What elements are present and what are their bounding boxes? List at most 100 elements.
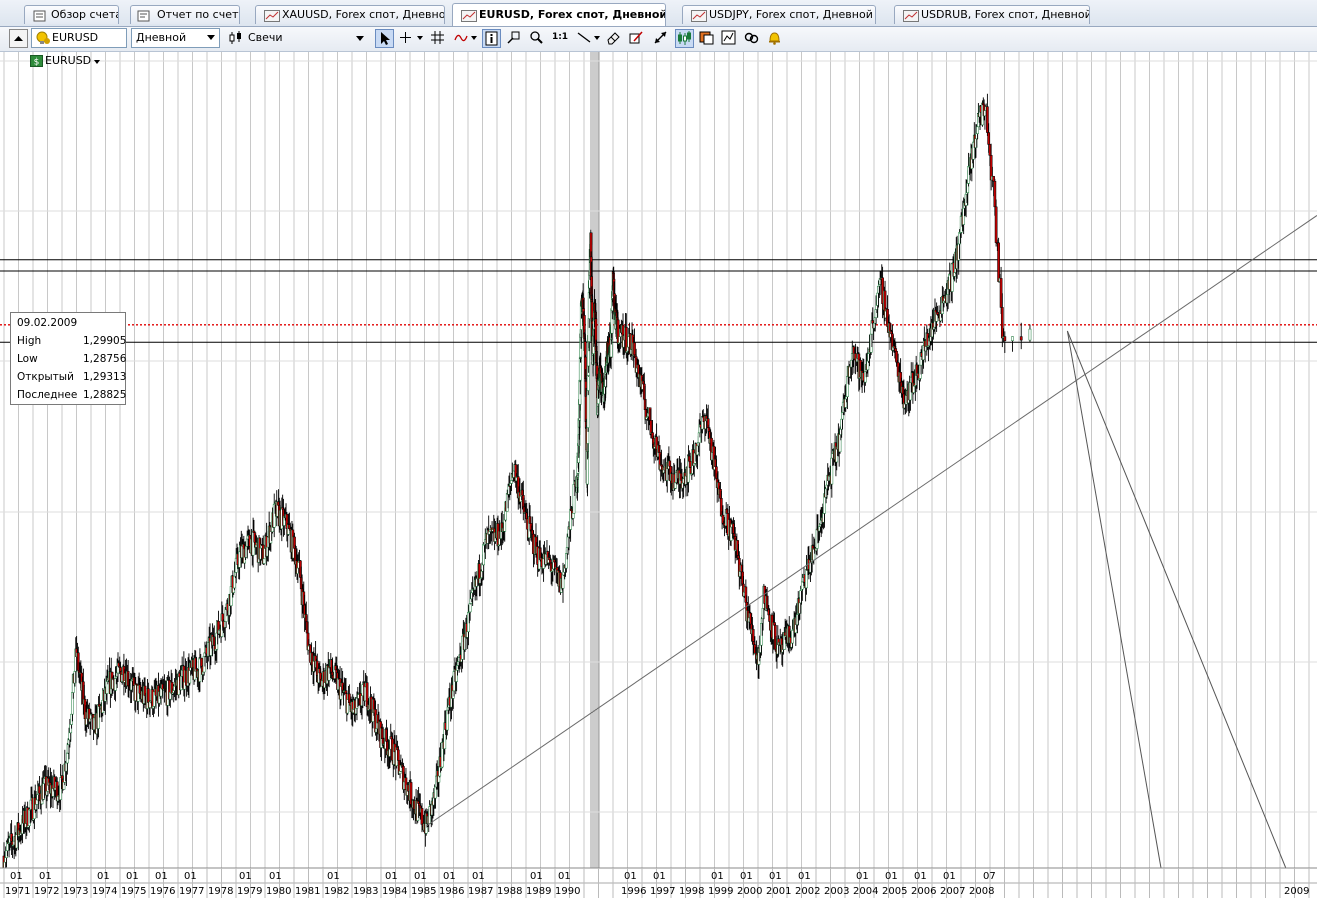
tooltip-label: Low — [17, 353, 38, 365]
eraser-icon — [607, 32, 620, 45]
axis-year-label: 1979 — [237, 886, 262, 897]
collapse-up-icon — [14, 36, 23, 41]
chart-tab-icon — [461, 10, 477, 22]
data-tooltip: 09.02.2009 High 1,29905 Low 1,28756 Откр… — [10, 312, 126, 405]
candle-body — [751, 629, 755, 642]
candle-body — [992, 176, 995, 182]
tab-xauusd[interactable]: XAUUSD, Forex спот, Дневной — [255, 5, 445, 24]
cursor-icon — [381, 32, 390, 45]
objects-icon — [721, 30, 736, 45]
line-tools-button[interactable] — [575, 29, 603, 48]
tab-label: USDJPY, Forex спот, Дневной — [709, 8, 873, 21]
axis-month-label: 01 — [711, 871, 724, 882]
document-tabbar: Обзор счета Отчет по счету XAUUSD, Forex… — [0, 0, 1317, 27]
eraser-button[interactable] — [605, 29, 624, 48]
time-axis: 01 01 01 01 01 01 01 01 01 01 01 01 01 01 01 01 01 01 01 01… — [0, 867, 1317, 902]
chart-tab-icon — [691, 10, 707, 22]
tab-label: EURUSD, Forex спот, Дневной — [479, 8, 666, 21]
tab-usdrub[interactable]: USDRUB, Forex спот, Дневной — [894, 5, 1090, 24]
axis-year-label: 1982 — [324, 886, 349, 897]
candles-toggle-button[interactable] — [675, 29, 694, 48]
candle-body — [1003, 336, 1007, 341]
axis-year-label: 1978 — [208, 886, 233, 897]
axis-month-label: 01 — [327, 871, 340, 882]
data-window-button[interactable] — [482, 29, 501, 48]
candle-body — [586, 390, 590, 428]
tab-usdjpy[interactable]: USDJPY, Forex спот, Дневной — [682, 5, 876, 24]
candle-body — [993, 180, 997, 208]
candle-body — [396, 749, 400, 761]
axis-month-label: 01 — [943, 871, 956, 882]
tooltip-value: 1,29313 — [83, 371, 127, 383]
autoscale-button[interactable] — [652, 29, 671, 48]
zoom-area-button[interactable] — [505, 29, 524, 48]
dropdown-icon — [417, 36, 423, 40]
axis-year-label: 1986 — [439, 886, 464, 897]
info-icon — [485, 31, 498, 46]
chart-toolbar: EURUSD Дневной Свечи 1:1 — [0, 27, 1317, 52]
cursor-tool-button[interactable] — [375, 29, 394, 48]
axis-year-label: 2005 — [882, 886, 907, 897]
axis-month-label: 01 — [530, 871, 543, 882]
indicators-button[interactable] — [453, 29, 479, 48]
tab-account-report[interactable]: Отчет по счету — [130, 5, 240, 24]
axis-year-label: 1999 — [708, 886, 733, 897]
axis-year-label: 1984 — [382, 886, 407, 897]
axis-year-label: 2006 — [911, 886, 936, 897]
axis-month-label: 01 — [740, 871, 753, 882]
template-icon — [699, 31, 714, 45]
axis-year-label: 1987 — [468, 886, 493, 897]
axis-year-label: 2004 — [853, 886, 878, 897]
grid-toggle-button[interactable] — [429, 29, 448, 48]
candle-body — [1019, 336, 1023, 341]
collapse-toolbar-button[interactable] — [9, 29, 28, 48]
alert-bell-icon — [769, 32, 780, 45]
axis-month-label: 01 — [653, 871, 666, 882]
axis-month-label: 01 — [885, 871, 898, 882]
axis-month-label: 01 — [10, 871, 23, 882]
tooltip-value: 1,28756 — [83, 353, 127, 365]
chart-tab-icon — [264, 10, 280, 22]
axis-month-label: 01 — [443, 871, 456, 882]
draw-tools-button[interactable] — [628, 29, 647, 48]
support-trendline — [425, 215, 1317, 827]
price-chart[interactable]: 01 01 01 01 01 01 01 01 01 01 01 01 01 01 01 01 01 01 01 01… — [0, 52, 1317, 902]
zoom-button[interactable] — [528, 29, 547, 48]
axis-year-label: 2008 — [969, 886, 994, 897]
timeframe-select[interactable]: Дневной — [131, 28, 220, 48]
tooltip-row-low: Low 1,28756 — [17, 352, 127, 366]
alert-button[interactable] — [766, 29, 785, 48]
axis-year-label: 1975 — [121, 886, 146, 897]
indicator-icon — [454, 34, 477, 42]
axis-month-label: 01 — [155, 871, 168, 882]
axis-year-label: 2000 — [737, 886, 762, 897]
tooltip-row-high: High 1,29905 — [17, 334, 126, 348]
crosshair-menu-button[interactable] — [415, 29, 427, 48]
crosshair-tool-button[interactable] — [397, 29, 416, 48]
candle-body — [586, 375, 590, 391]
tab-eurusd[interactable]: EURUSD, Forex спот, Дневной — [452, 3, 666, 26]
candle-body — [800, 581, 804, 590]
symbol-bulb-icon — [36, 31, 50, 44]
axis-year-label: 1996 — [621, 886, 646, 897]
template-button[interactable] — [698, 29, 717, 48]
axis-year-label: 2001 — [766, 886, 791, 897]
axis-year-label: 1981 — [295, 886, 320, 897]
link-button[interactable] — [743, 29, 762, 48]
candle-body — [986, 106, 989, 133]
chart-type-select[interactable]: Свечи — [226, 29, 368, 48]
candle-body — [988, 144, 992, 156]
candle-body — [805, 569, 808, 589]
chevron-down-icon — [94, 60, 100, 64]
symbol-selector[interactable]: EURUSD — [31, 28, 127, 48]
tab-label: Обзор счета — [51, 8, 119, 21]
tab-account-overview[interactable]: Обзор счета — [24, 5, 119, 24]
candle-body — [35, 799, 39, 805]
zoom-one-to-one-button[interactable]: 1:1 — [549, 29, 571, 48]
axis-year-label: 1974 — [92, 886, 117, 897]
tab-label: XAUUSD, Forex спот, Дневной — [282, 8, 445, 21]
objects-button[interactable] — [720, 29, 739, 48]
horizontal-levels — [0, 259, 1317, 343]
candle-body — [65, 752, 69, 764]
candle-body — [510, 480, 513, 484]
